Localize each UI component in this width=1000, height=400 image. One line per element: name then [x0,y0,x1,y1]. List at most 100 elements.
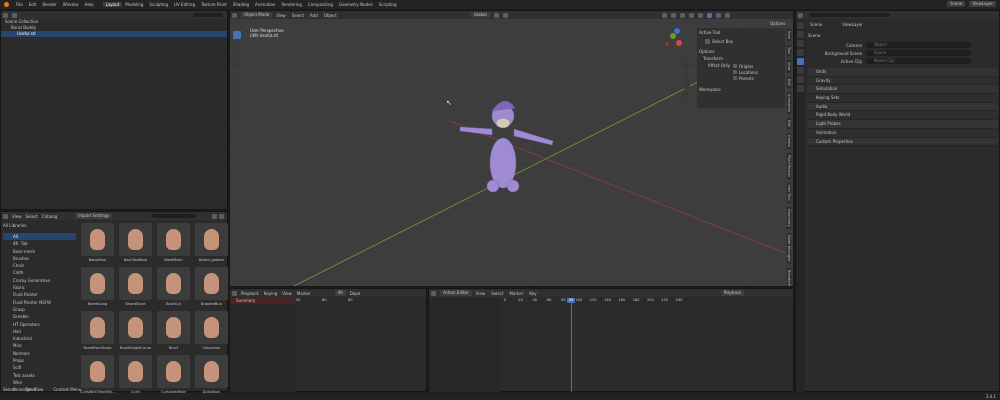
sidebar-tab[interactable]: Tool [786,44,792,58]
affect-only-option[interactable]: Parents [733,75,758,81]
annotate-tool-icon[interactable] [233,91,241,99]
asset-tile[interactable]: Cabochon [195,311,228,352]
visibility-icon[interactable] [661,12,667,18]
catalog-item[interactable]: Cloth [3,269,76,276]
tab-compositing[interactable]: Compositing [305,2,336,7]
viewport-menu-add[interactable]: Add [310,13,318,18]
asset-thumbnail[interactable] [195,311,228,344]
catalog-item[interactable]: Greeble [3,313,76,320]
scene-tab-icon[interactable] [797,58,804,65]
viewport-menu-view[interactable]: View [276,13,286,18]
editor-type-icon[interactable] [232,12,237,18]
outliner-item[interactable]: Useful.stl [1,31,227,37]
asset-tile[interactable]: Donutbun [195,355,228,396]
asset-thumbnail[interactable] [157,311,190,344]
menu-help[interactable]: Help [81,2,96,7]
catalog-item[interactable]: Misc [3,342,76,349]
catalog-item[interactable]: All [3,233,76,241]
field-input[interactable]: Movie Clip [866,58,971,64]
sidebar-tab[interactable]: BlenderKit [786,266,792,286]
active-tool-title[interactable]: Active Tool [699,30,783,37]
sidebar-tab[interactable]: Item [786,28,792,43]
sidebar-tab[interactable]: Hair Tool [786,182,792,204]
xray-toggle-icon[interactable] [688,12,694,18]
asset-tile[interactable]: BraidFromScalp [81,311,114,352]
asset-thumbnail[interactable] [119,311,152,344]
sidebar-tab[interactable]: Edit [786,75,792,89]
asset-thumbnail[interactable] [119,223,152,256]
settings-icon[interactable] [219,213,224,219]
editor-type-icon[interactable] [3,12,8,18]
asset-tile[interactable]: CurlsWithTrackMa... [80,355,115,396]
properties-panel-header[interactable]: Custom Properties [808,137,998,147]
asset-search-input[interactable] [151,214,196,218]
field-input[interactable]: Object [866,42,971,48]
tab-rendering[interactable]: Rendering [278,2,304,7]
asset-tile[interactable]: CurtainedHair [157,355,190,396]
properties-search-input[interactable] [810,13,890,17]
properties-panel-header[interactable]: Rigid Body World [808,111,998,121]
measure-tool-icon[interactable] [233,101,241,109]
library-selector[interactable]: All Libraries [3,223,76,228]
action-menu-select[interactable]: Select [491,291,503,296]
checkbox-icon[interactable] [733,70,737,74]
render-tab-icon[interactable] [797,31,804,38]
dopesheet-menu-keying[interactable]: Keying [264,291,277,296]
asset-tile[interactable]: Beard_goatee [195,223,228,264]
asset-thumbnail[interactable] [157,267,190,300]
editor-type-icon[interactable] [798,12,803,18]
tab-sculpting[interactable]: Sculpting [146,2,171,7]
scene-section-title[interactable]: Scene [808,33,998,41]
editor-type-icon[interactable] [431,290,436,296]
scale-tool-icon[interactable] [233,71,241,79]
asset-tile[interactable]: BraidedBun [195,267,228,308]
solid-shading-icon[interactable] [706,12,712,18]
viewport-menu-select[interactable]: Select [292,13,304,18]
asset-tile[interactable]: BaldyHair [81,223,114,264]
asset-tile[interactable]: BraidSingleCurve [119,311,152,352]
asset-thumbnail[interactable] [81,267,114,300]
snap-icon[interactable] [493,12,499,18]
sidebar-tab[interactable]: Edit [786,117,792,130]
catalog-item[interactable]: Scifi [3,364,76,371]
catalog-item[interactable]: Brushes [3,255,76,262]
field-input[interactable]: Scene [866,50,971,56]
sidebar-tab[interactable]: Geometry [786,205,792,230]
action-menu-key[interactable]: Key [529,291,536,296]
catalog-menu[interactable]: Catalog [42,214,57,219]
sidebar-tab[interactable]: View [786,59,792,74]
editor-type-icon[interactable] [3,213,8,219]
playhead-line[interactable] [570,303,572,392]
catalog-item[interactable]: Grasp [3,306,76,313]
catalog-item[interactable]: Hair [3,328,76,335]
catalog-item[interactable]: 4K: Tab [3,240,76,247]
viewport-menu-object[interactable]: Object [324,13,337,18]
world-tab-icon[interactable] [797,67,804,74]
filter-icon[interactable] [212,213,217,219]
tab-animation[interactable]: Animation [252,2,278,7]
output-tab-icon[interactable] [797,40,804,47]
checkbox-icon[interactable] [733,76,737,80]
menu-edit[interactable]: Edit [26,2,40,7]
asset-tile[interactable]: BeardShort [119,267,152,308]
proportional-edit-icon[interactable] [502,12,508,18]
tab-texture-paint[interactable]: Texture Paint [198,2,230,7]
asset-thumbnail[interactable] [157,223,190,256]
editor-type-icon[interactable] [232,290,237,296]
asset-tile[interactable]: Bun3 [157,311,190,352]
catalog-item[interactable]: Fluid Painter NSFW [3,299,76,306]
transform-title[interactable]: Transform [699,56,783,63]
catalog-item[interactable]: Chain [3,262,76,269]
scene-selector[interactable]: Scene [947,1,966,7]
catalog-item[interactable]: Test assets [3,372,76,379]
catalog-item[interactable]: Props [3,357,76,364]
asset-thumbnail[interactable] [195,267,228,300]
dopesheet-menu-view[interactable]: View [282,291,292,296]
transform-orientation-dropdown[interactable]: Global [470,12,490,18]
properties-panel-header[interactable]: Animation [808,128,998,138]
catalog-item[interactable]: HT Operators [3,321,76,328]
tab-geometry-nodes[interactable]: Geometry Nodes [336,2,376,7]
perspective-toggle-icon[interactable] [682,91,690,99]
tool-tab-icon[interactable] [797,22,804,29]
catalog-item[interactable]: Normals [3,350,76,357]
